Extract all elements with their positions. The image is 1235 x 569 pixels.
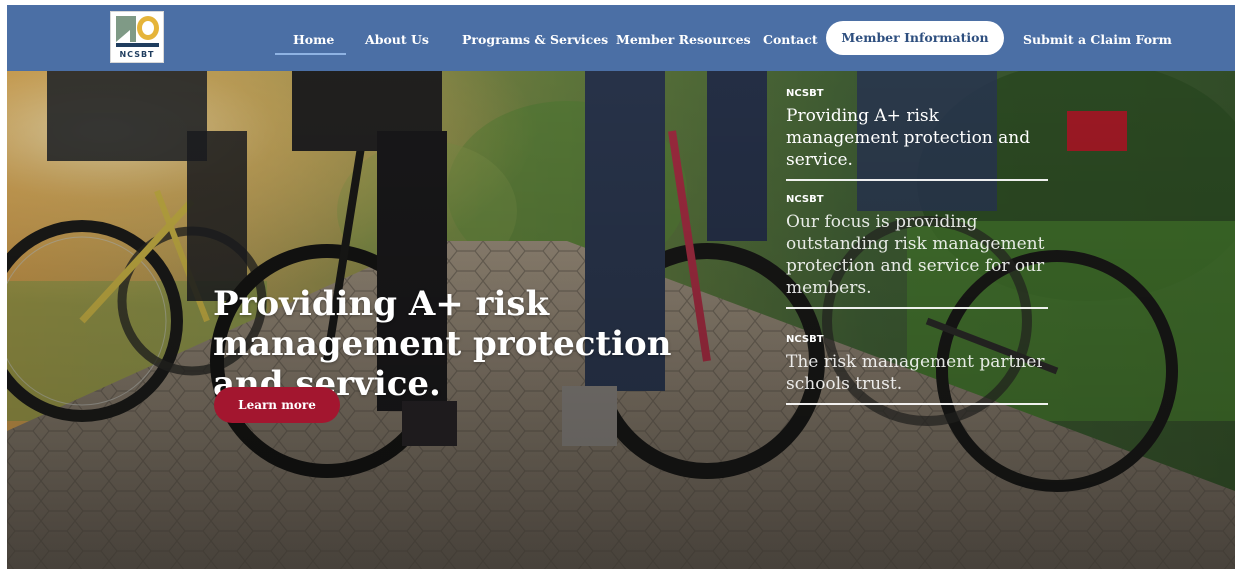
slide-text: Providing A+ risk management protection … (786, 106, 1031, 170)
slide-item-1[interactable]: NCSBT Providing A+ risk management prote… (786, 87, 1054, 181)
top-navigation-bar: NCSBT Home About Us Programs & Services … (7, 5, 1235, 71)
nav-item-programs-services[interactable]: Programs & Services (462, 31, 608, 49)
ncsbt-logo[interactable]: NCSBT (110, 11, 164, 63)
hero-heading: Providing A+ risk management protection … (213, 284, 672, 404)
slide-text: Our focus is providing outstanding risk … (786, 212, 1045, 298)
learn-more-button[interactable]: Learn more (214, 387, 340, 423)
logo-mark-ring (137, 16, 159, 40)
nav-item-home[interactable]: Home (293, 31, 334, 49)
slide-text: The risk management partner schools trus… (786, 352, 1045, 394)
slide-tag: NCSBT (786, 194, 824, 205)
nav-item-contact[interactable]: Contact (763, 31, 818, 49)
slide-tag: NCSBT (786, 334, 824, 345)
slide-divider (786, 179, 1048, 181)
nav-item-submit-claim-form[interactable]: Submit a Claim Form (1023, 31, 1172, 49)
page: NCSBT Home About Us Programs & Services … (7, 5, 1235, 569)
slide-divider (786, 403, 1048, 405)
member-information-button[interactable]: Member Information (826, 21, 1004, 55)
nav-active-indicator (275, 53, 346, 55)
logo-text: NCSBT (119, 50, 155, 59)
logo-mark-bar (116, 43, 159, 47)
slide-divider (786, 307, 1048, 309)
nav-item-about-us[interactable]: About Us (365, 31, 429, 49)
slide-tag: NCSBT (786, 88, 824, 99)
slide-item-2[interactable]: NCSBT Our focus is providing outstanding… (786, 193, 1054, 309)
hero-section: Providing A+ risk management protection … (7, 71, 1235, 569)
nav-item-member-resources[interactable]: Member Resources (616, 31, 751, 49)
slide-item-3[interactable]: NCSBT The risk management partner school… (786, 333, 1054, 405)
